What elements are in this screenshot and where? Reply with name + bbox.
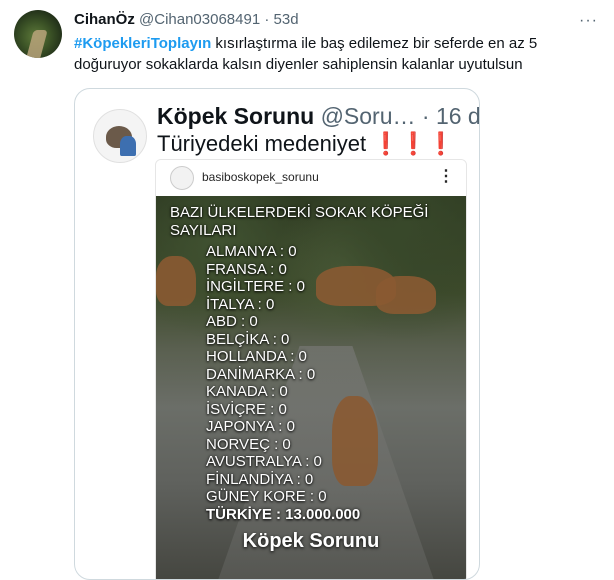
- quoted-text-body: Türiyedeki medeniyet: [157, 131, 367, 156]
- avatar[interactable]: [14, 10, 62, 58]
- country-item: BELÇİKA : 0: [206, 330, 290, 348]
- exclamation-icons: ❗❗❗: [372, 131, 455, 156]
- child-icon: [120, 136, 136, 156]
- country-item: AVUSTRALYA : 0: [206, 453, 322, 470]
- overlay-title-line1: BAZI ÜLKELERDEKİ SOKAK KÖPEĞİ: [170, 204, 429, 221]
- quoted-text: Türiyedeki medeniyet ❗❗❗: [157, 130, 454, 158]
- more-horizontal-icon[interactable]: ···: [579, 12, 598, 30]
- country-item: FRANSA : 0: [206, 260, 287, 278]
- embedded-post-header: basiboskopek_sorunu ⋮: [156, 160, 466, 196]
- tweet-text: #KöpekleriToplayın kısırlaştırma ile baş…: [74, 33, 599, 75]
- overlay-title: BAZI ÜLKELERDEKİ SOKAK KÖPEĞİ SAYILARI: [170, 204, 428, 240]
- country-item: FİNLANDİYA : 0: [206, 470, 314, 488]
- dogs-photo: BAZI ÜLKELERDEKİ SOKAK KÖPEĞİ SAYILARI A…: [156, 196, 466, 579]
- country-item: İNGİLTERE : 0: [206, 278, 305, 295]
- embedded-avatar: [170, 166, 194, 190]
- quoted-dot-separator: ·: [421, 103, 430, 129]
- country-item: JAPONYA : 0: [206, 418, 295, 435]
- quoted-avatar: [93, 109, 147, 163]
- country-item: ABD : 0: [206, 313, 258, 330]
- tweet-header: CihanÖz @Cihan03068491 · 53d: [74, 10, 299, 30]
- timestamp[interactable]: 53d: [274, 11, 299, 28]
- country-item: ALMANYA : 0: [206, 243, 297, 260]
- country-item: İTALYA : 0: [206, 295, 275, 313]
- avatar-image: [26, 30, 48, 58]
- country-item: KANADA : 0: [206, 383, 288, 400]
- quoted-display-name: Köpek Sorunu: [157, 103, 315, 129]
- country-item: HOLLANDA : 0: [206, 348, 307, 365]
- more-vertical-icon: ⋮: [438, 168, 454, 185]
- handle[interactable]: @Cihan03068491: [139, 11, 260, 28]
- quoted-handle: @Soru…: [320, 103, 416, 129]
- country-item: İSVİÇRE : 0: [206, 400, 287, 418]
- embedded-post-image: basiboskopek_sorunu ⋮ BAZI ÜLKELERDEKİ S…: [155, 159, 467, 579]
- tweet[interactable]: CihanÖz @Cihan03068491 · 53d ··· #Köpekl…: [0, 0, 614, 580]
- quoted-header: Köpek Sorunu @Soru… · 16 dk: [157, 101, 480, 131]
- country-item: GÜNEY KORE : 0: [206, 488, 327, 505]
- dog-count-overlay: BAZI ÜLKELERDEKİ SOKAK KÖPEĞİ SAYILARI A…: [170, 204, 428, 523]
- quoted-tweet[interactable]: Köpek Sorunu @Soru… · 16 dk Türiyedeki m…: [74, 88, 480, 580]
- photo-caption: Köpek Sorunu: [242, 530, 380, 552]
- country-item: DANİMARKA : 0: [206, 365, 316, 383]
- dot-separator: ·: [264, 11, 270, 28]
- country-item: TÜRKİYE : 13.000.000: [206, 505, 361, 523]
- display-name[interactable]: CihanÖz: [74, 11, 135, 28]
- embedded-username: basiboskopek_sorunu: [202, 170, 319, 184]
- quoted-timestamp: 16 dk: [435, 103, 480, 129]
- country-item: NORVEÇ : 0: [206, 435, 291, 453]
- hashtag-link[interactable]: #KöpekleriToplayın: [74, 35, 211, 52]
- overlay-title-line2: SAYILARI: [170, 222, 237, 239]
- country-list: ALMANYA : 0 FRANSA : 0 İNGİLTERE : 0 İTALYA…: [206, 243, 428, 523]
